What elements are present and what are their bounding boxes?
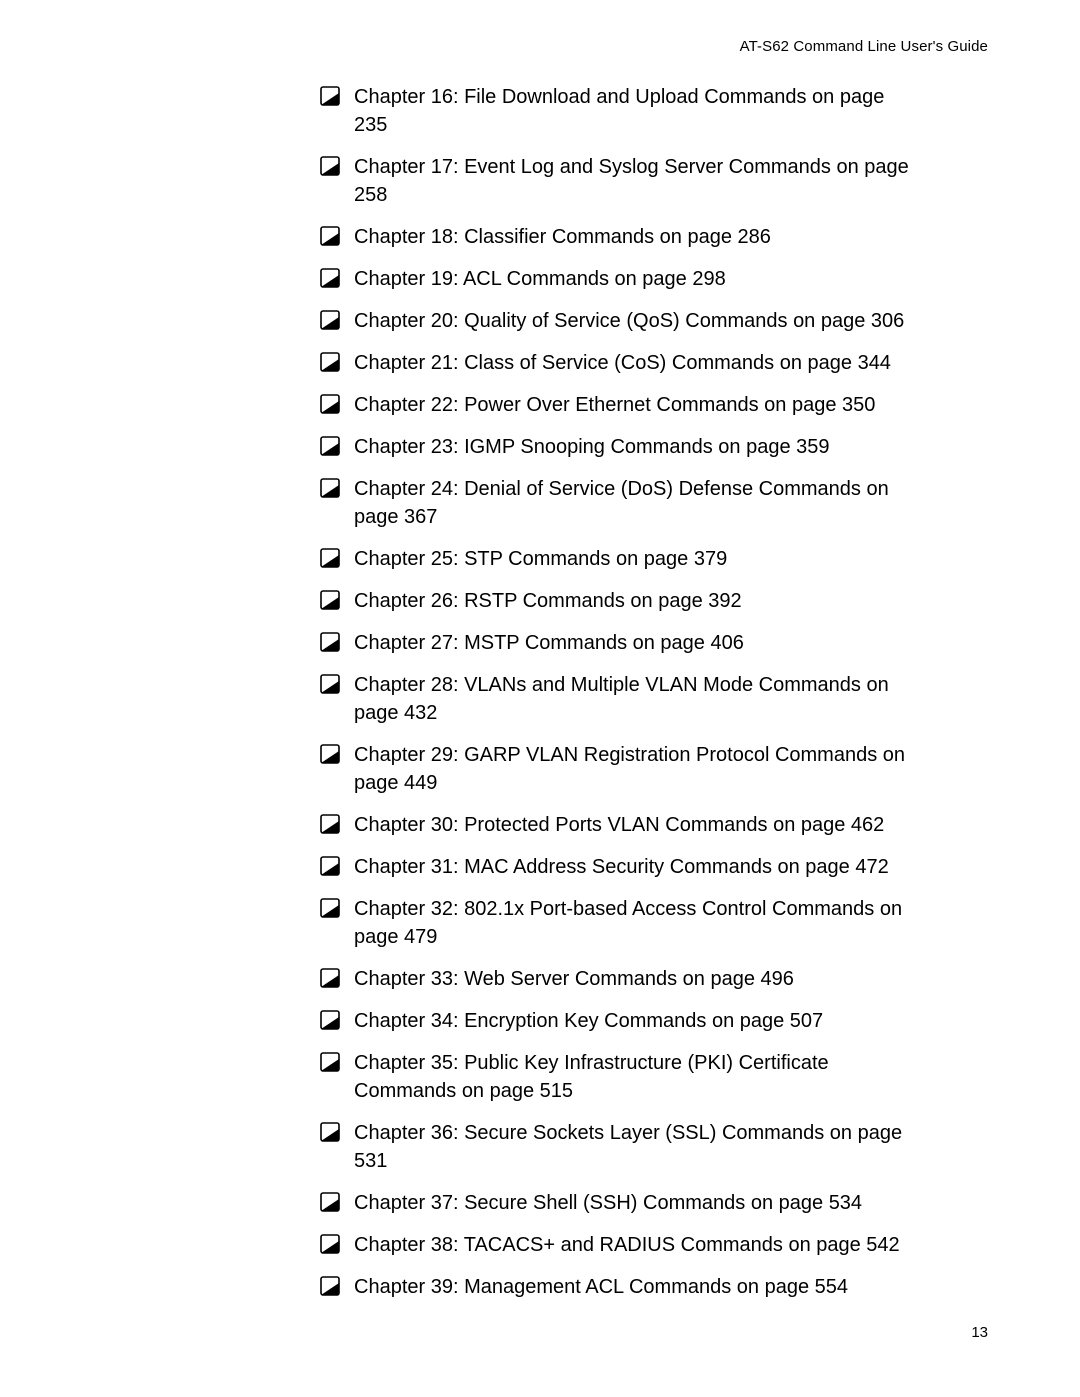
toc-item-text: Chapter 27: MSTP Commands on page 406 (354, 629, 744, 657)
page-number: 13 (971, 1324, 988, 1341)
checkbox-bullet-icon (320, 1192, 340, 1212)
checkbox-bullet-icon (320, 590, 340, 610)
toc-item-text: Chapter 25: STP Commands on page 379 (354, 545, 727, 573)
toc-item-text: Chapter 30: Protected Ports VLAN Command… (354, 811, 884, 839)
toc-item-text: Chapter 23: IGMP Snooping Commands on pa… (354, 433, 830, 461)
toc-item[interactable]: Chapter 28: VLANs and Multiple VLAN Mode… (320, 671, 990, 727)
toc-item[interactable]: Chapter 19: ACL Commands on page 298 (320, 265, 990, 293)
checkbox-bullet-icon (320, 1122, 340, 1142)
checkbox-bullet-icon (320, 436, 340, 456)
toc-item[interactable]: Chapter 34: Encryption Key Commands on p… (320, 1007, 990, 1035)
toc-item[interactable]: Chapter 37: Secure Shell (SSH) Commands … (320, 1189, 990, 1217)
toc-item-text: Chapter 21: Class of Service (CoS) Comma… (354, 349, 891, 377)
toc-item-text: Chapter 16: File Download and Upload Com… (354, 83, 914, 139)
toc-item-text: Chapter 19: ACL Commands on page 298 (354, 265, 726, 293)
checkbox-bullet-icon (320, 394, 340, 414)
checkbox-bullet-icon (320, 268, 340, 288)
toc-item[interactable]: Chapter 30: Protected Ports VLAN Command… (320, 811, 990, 839)
checkbox-bullet-icon (320, 226, 340, 246)
toc-item-text: Chapter 28: VLANs and Multiple VLAN Mode… (354, 671, 914, 727)
toc-item[interactable]: Chapter 23: IGMP Snooping Commands on pa… (320, 433, 990, 461)
toc-item[interactable]: Chapter 39: Management ACL Commands on p… (320, 1273, 990, 1301)
toc-item[interactable]: Chapter 16: File Download and Upload Com… (320, 83, 990, 139)
toc-item-text: Chapter 20: Quality of Service (QoS) Com… (354, 307, 904, 335)
toc-item[interactable]: Chapter 20: Quality of Service (QoS) Com… (320, 307, 990, 335)
toc-item-text: Chapter 36: Secure Sockets Layer (SSL) C… (354, 1119, 914, 1175)
checkbox-bullet-icon (320, 744, 340, 764)
table-of-contents: Chapter 16: File Download and Upload Com… (0, 83, 990, 1301)
toc-item-text: Chapter 24: Denial of Service (DoS) Defe… (354, 475, 914, 531)
checkbox-bullet-icon (320, 1052, 340, 1072)
checkbox-bullet-icon (320, 814, 340, 834)
toc-item[interactable]: Chapter 22: Power Over Ethernet Commands… (320, 391, 990, 419)
toc-item[interactable]: Chapter 32: 802.1x Port-based Access Con… (320, 895, 990, 951)
checkbox-bullet-icon (320, 968, 340, 988)
toc-item-text: Chapter 34: Encryption Key Commands on p… (354, 1007, 823, 1035)
toc-item-text: Chapter 17: Event Log and Syslog Server … (354, 153, 914, 209)
toc-item[interactable]: Chapter 17: Event Log and Syslog Server … (320, 153, 990, 209)
document-page: AT-S62 Command Line User's Guide Chapter… (0, 0, 1080, 1397)
toc-item[interactable]: Chapter 36: Secure Sockets Layer (SSL) C… (320, 1119, 990, 1175)
checkbox-bullet-icon (320, 352, 340, 372)
checkbox-bullet-icon (320, 1010, 340, 1030)
toc-item-text: Chapter 31: MAC Address Security Command… (354, 853, 889, 881)
toc-item[interactable]: Chapter 24: Denial of Service (DoS) Defe… (320, 475, 990, 531)
toc-item[interactable]: Chapter 31: MAC Address Security Command… (320, 853, 990, 881)
toc-item[interactable]: Chapter 29: GARP VLAN Registration Proto… (320, 741, 990, 797)
checkbox-bullet-icon (320, 310, 340, 330)
toc-item[interactable]: Chapter 33: Web Server Commands on page … (320, 965, 990, 993)
checkbox-bullet-icon (320, 548, 340, 568)
checkbox-bullet-icon (320, 674, 340, 694)
checkbox-bullet-icon (320, 156, 340, 176)
toc-item[interactable]: Chapter 38: TACACS+ and RADIUS Commands … (320, 1231, 990, 1259)
toc-item-text: Chapter 29: GARP VLAN Registration Proto… (354, 741, 914, 797)
toc-item-text: Chapter 22: Power Over Ethernet Commands… (354, 391, 875, 419)
checkbox-bullet-icon (320, 86, 340, 106)
toc-item-text: Chapter 37: Secure Shell (SSH) Commands … (354, 1189, 862, 1217)
checkbox-bullet-icon (320, 898, 340, 918)
toc-item-text: Chapter 26: RSTP Commands on page 392 (354, 587, 742, 615)
checkbox-bullet-icon (320, 1276, 340, 1296)
toc-item-text: Chapter 35: Public Key Infrastructure (P… (354, 1049, 914, 1105)
toc-item[interactable]: Chapter 27: MSTP Commands on page 406 (320, 629, 990, 657)
checkbox-bullet-icon (320, 478, 340, 498)
toc-item[interactable]: Chapter 21: Class of Service (CoS) Comma… (320, 349, 990, 377)
toc-item[interactable]: Chapter 35: Public Key Infrastructure (P… (320, 1049, 990, 1105)
toc-item-text: Chapter 39: Management ACL Commands on p… (354, 1273, 848, 1301)
toc-item-text: Chapter 32: 802.1x Port-based Access Con… (354, 895, 914, 951)
checkbox-bullet-icon (320, 632, 340, 652)
toc-item[interactable]: Chapter 18: Classifier Commands on page … (320, 223, 990, 251)
toc-item-text: Chapter 38: TACACS+ and RADIUS Commands … (354, 1231, 900, 1259)
running-header: AT-S62 Command Line User's Guide (0, 38, 990, 55)
checkbox-bullet-icon (320, 856, 340, 876)
toc-item[interactable]: Chapter 25: STP Commands on page 379 (320, 545, 990, 573)
toc-item-text: Chapter 18: Classifier Commands on page … (354, 223, 771, 251)
toc-item[interactable]: Chapter 26: RSTP Commands on page 392 (320, 587, 990, 615)
checkbox-bullet-icon (320, 1234, 340, 1254)
toc-item-text: Chapter 33: Web Server Commands on page … (354, 965, 794, 993)
